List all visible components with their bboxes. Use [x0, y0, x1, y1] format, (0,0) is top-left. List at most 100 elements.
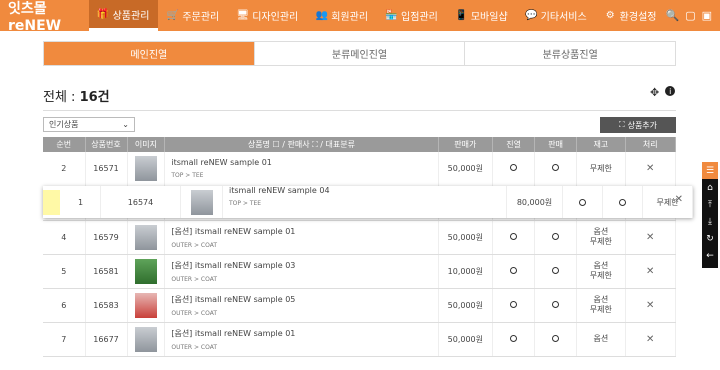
row-number: 6 [43, 288, 86, 323]
nav-item-2[interactable]: 🛒 주문관리 [158, 0, 228, 31]
sale-toggle[interactable] [534, 254, 578, 289]
top-navigation-bar: 잇츠몰 reNEW 🎁 상품관리 🛒 주문관리 🖥 디자인관리 👥 회원관리 🏪 입점관리 📱 모바일… [0, 0, 720, 34]
users-icon: 👥 [315, 10, 328, 21]
sale-toggle[interactable] [534, 152, 578, 187]
product-code: 16574 [101, 186, 181, 218]
info-icon[interactable]: i [665, 86, 676, 96]
back-icon[interactable]: ← [702, 247, 718, 264]
column-header: 처리 [625, 137, 676, 152]
stock-status: 무제한 [643, 186, 693, 218]
product-thumbnail [127, 254, 166, 289]
tab-1[interactable]: 메인진열 [44, 42, 255, 65]
nav-item-6[interactable]: 📱 모바일샵 [447, 0, 517, 31]
quick-sidebar: ☰ ⌂ ⤒ ⤓ ↻ ← [702, 162, 718, 268]
refresh-icon[interactable]: ↻ [702, 230, 718, 247]
expand-icon: ⛶ [618, 120, 625, 129]
product-name-cell: [옵션] itsmall reNEW sample 05 OUTER > COAT [164, 288, 439, 323]
move-icon[interactable]: ✥ [650, 86, 659, 99]
remove-icon[interactable]: ✕ [625, 322, 676, 357]
nav-item-8[interactable]: ⚙ 환경설정 [596, 0, 666, 31]
nav-item-1[interactable]: 🎁 상품관리 [88, 0, 159, 31]
column-header: 판매 [534, 137, 578, 152]
download-icon[interactable]: ⤓ [702, 213, 718, 230]
top-icon[interactable]: ⤒ [702, 196, 718, 213]
shop-icon[interactable]: ▢ [685, 9, 695, 22]
nav-label: 입점관리 [401, 12, 438, 23]
gift-icon: 🎁 [96, 8, 110, 20]
stock-status: 옵션 무제한 [576, 220, 626, 255]
sale-toggle[interactable] [603, 186, 643, 218]
nav-label: 회원관리 [331, 12, 369, 23]
nav-item-3[interactable]: 🖥 디자인관리 [228, 0, 307, 31]
product-thumbnail [127, 288, 166, 323]
nav-item-5[interactable]: 🏪 입점관리 [377, 0, 447, 31]
remove-icon[interactable]: ✕ [625, 288, 676, 323]
add-product-button[interactable]: ⛶ 상품추가 [600, 117, 676, 133]
product-price: 50,000원 [438, 322, 494, 357]
home-icon[interactable]: ⌂ [702, 179, 718, 196]
product-name-cell: [옵션] itsmall reNEW sample 01 OUTER > COAT [164, 322, 439, 357]
product-name[interactable]: [옵션] itsmall reNEW sample 01 [171, 328, 437, 339]
product-price: 10,000원 [438, 254, 494, 289]
row-number: 5 [43, 254, 86, 289]
product-category: OUTER > COAT [171, 275, 218, 283]
product-price: 50,000원 [438, 220, 494, 255]
product-name[interactable]: [옵션] itsmall reNEW sample 01 [171, 226, 437, 237]
product-price: 80,000원 [507, 186, 563, 218]
display-type-select[interactable]: 인기상품 ⌄ [43, 117, 135, 132]
product-category: OUTER > COAT [171, 309, 218, 317]
search-icon[interactable]: 🔍 [665, 9, 679, 22]
table-row[interactable]: 2 16571 itsmall reNEW sample 01 TOP > TEE 50… [43, 152, 676, 187]
product-thumbnail [127, 152, 166, 187]
product-name[interactable]: itsmall reNEW sample 04 [229, 186, 330, 195]
table-row[interactable]: 7 16677 [옵션] itsmall reNEW sample 01 OUTER … [43, 322, 676, 357]
remove-icon[interactable]: ✕ [625, 152, 676, 187]
tab-2[interactable]: 분류메인진열 [255, 42, 466, 65]
display-toggle[interactable] [492, 152, 536, 187]
display-toggle[interactable] [563, 186, 603, 218]
list-icon[interactable]: ☰ [702, 162, 718, 179]
display-toggle[interactable] [492, 288, 536, 323]
product-category: OUTER > COAT [171, 343, 218, 351]
column-header: 순번 [43, 137, 86, 152]
nav-item-7[interactable]: 💬 기타서비스 [517, 0, 596, 31]
nav-label: 모바일샵 [470, 12, 508, 23]
product-code: 16579 [85, 220, 128, 255]
column-header: 판매가 [438, 137, 494, 152]
product-name[interactable]: [옵션] itsmall reNEW sample 03 [171, 260, 437, 271]
column-header: 상품명 ☐ / 판매사 ⛶ / 대표분류 [164, 137, 439, 152]
stock-status: 무제한 [576, 152, 626, 187]
dragged-row[interactable]: 1 16574 itsmall reNEW sample 04 TOP > TE… [43, 186, 693, 218]
product-price: 50,000원 [438, 152, 494, 187]
sale-toggle[interactable] [534, 322, 578, 357]
sale-toggle[interactable] [534, 220, 578, 255]
table-row[interactable]: 6 16583 [옵션] itsmall reNEW sample 05 OUTER … [43, 288, 676, 323]
product-category: TOP > TEE [229, 200, 262, 207]
product-name-cell: itsmall reNEW sample 01 TOP > TEE [164, 152, 439, 187]
window-icon[interactable]: ▣ [702, 9, 712, 22]
mobile-icon: 📱 [455, 10, 468, 21]
column-header: 이미지 [127, 137, 166, 152]
display-toggle[interactable] [492, 220, 536, 255]
column-header: 진열 [492, 137, 536, 152]
product-category: TOP > TEE [171, 172, 204, 180]
sale-toggle[interactable] [534, 288, 578, 323]
display-toggle[interactable] [492, 322, 536, 357]
nav-item-4[interactable]: 👥 회원관리 [307, 0, 377, 31]
table-row[interactable]: 4 16579 [옵션] itsmall reNEW sample 01 OUTER … [43, 220, 676, 255]
column-header: 재고 [576, 137, 626, 152]
product-name[interactable]: [옵션] itsmall reNEW sample 05 [171, 294, 437, 305]
tab-3[interactable]: 분류상품진열 [465, 42, 675, 65]
brand-logo[interactable]: 잇츠몰 reNEW [0, 0, 89, 34]
product-price: 50,000원 [438, 288, 494, 323]
table-row[interactable]: 5 16581 [옵션] itsmall reNEW sample 03 OUTER … [43, 254, 676, 289]
remove-icon[interactable]: ✕ [625, 254, 676, 289]
drop-placeholder [43, 190, 60, 215]
row-number: 4 [43, 220, 86, 255]
product-code: 16677 [85, 322, 128, 357]
remove-icon[interactable]: ✕ [625, 220, 676, 255]
remove-icon[interactable]: ✕ [675, 194, 683, 205]
product-name[interactable]: itsmall reNEW sample 01 [171, 158, 437, 167]
display-toggle[interactable] [492, 254, 536, 289]
product-thumbnail [181, 186, 223, 218]
